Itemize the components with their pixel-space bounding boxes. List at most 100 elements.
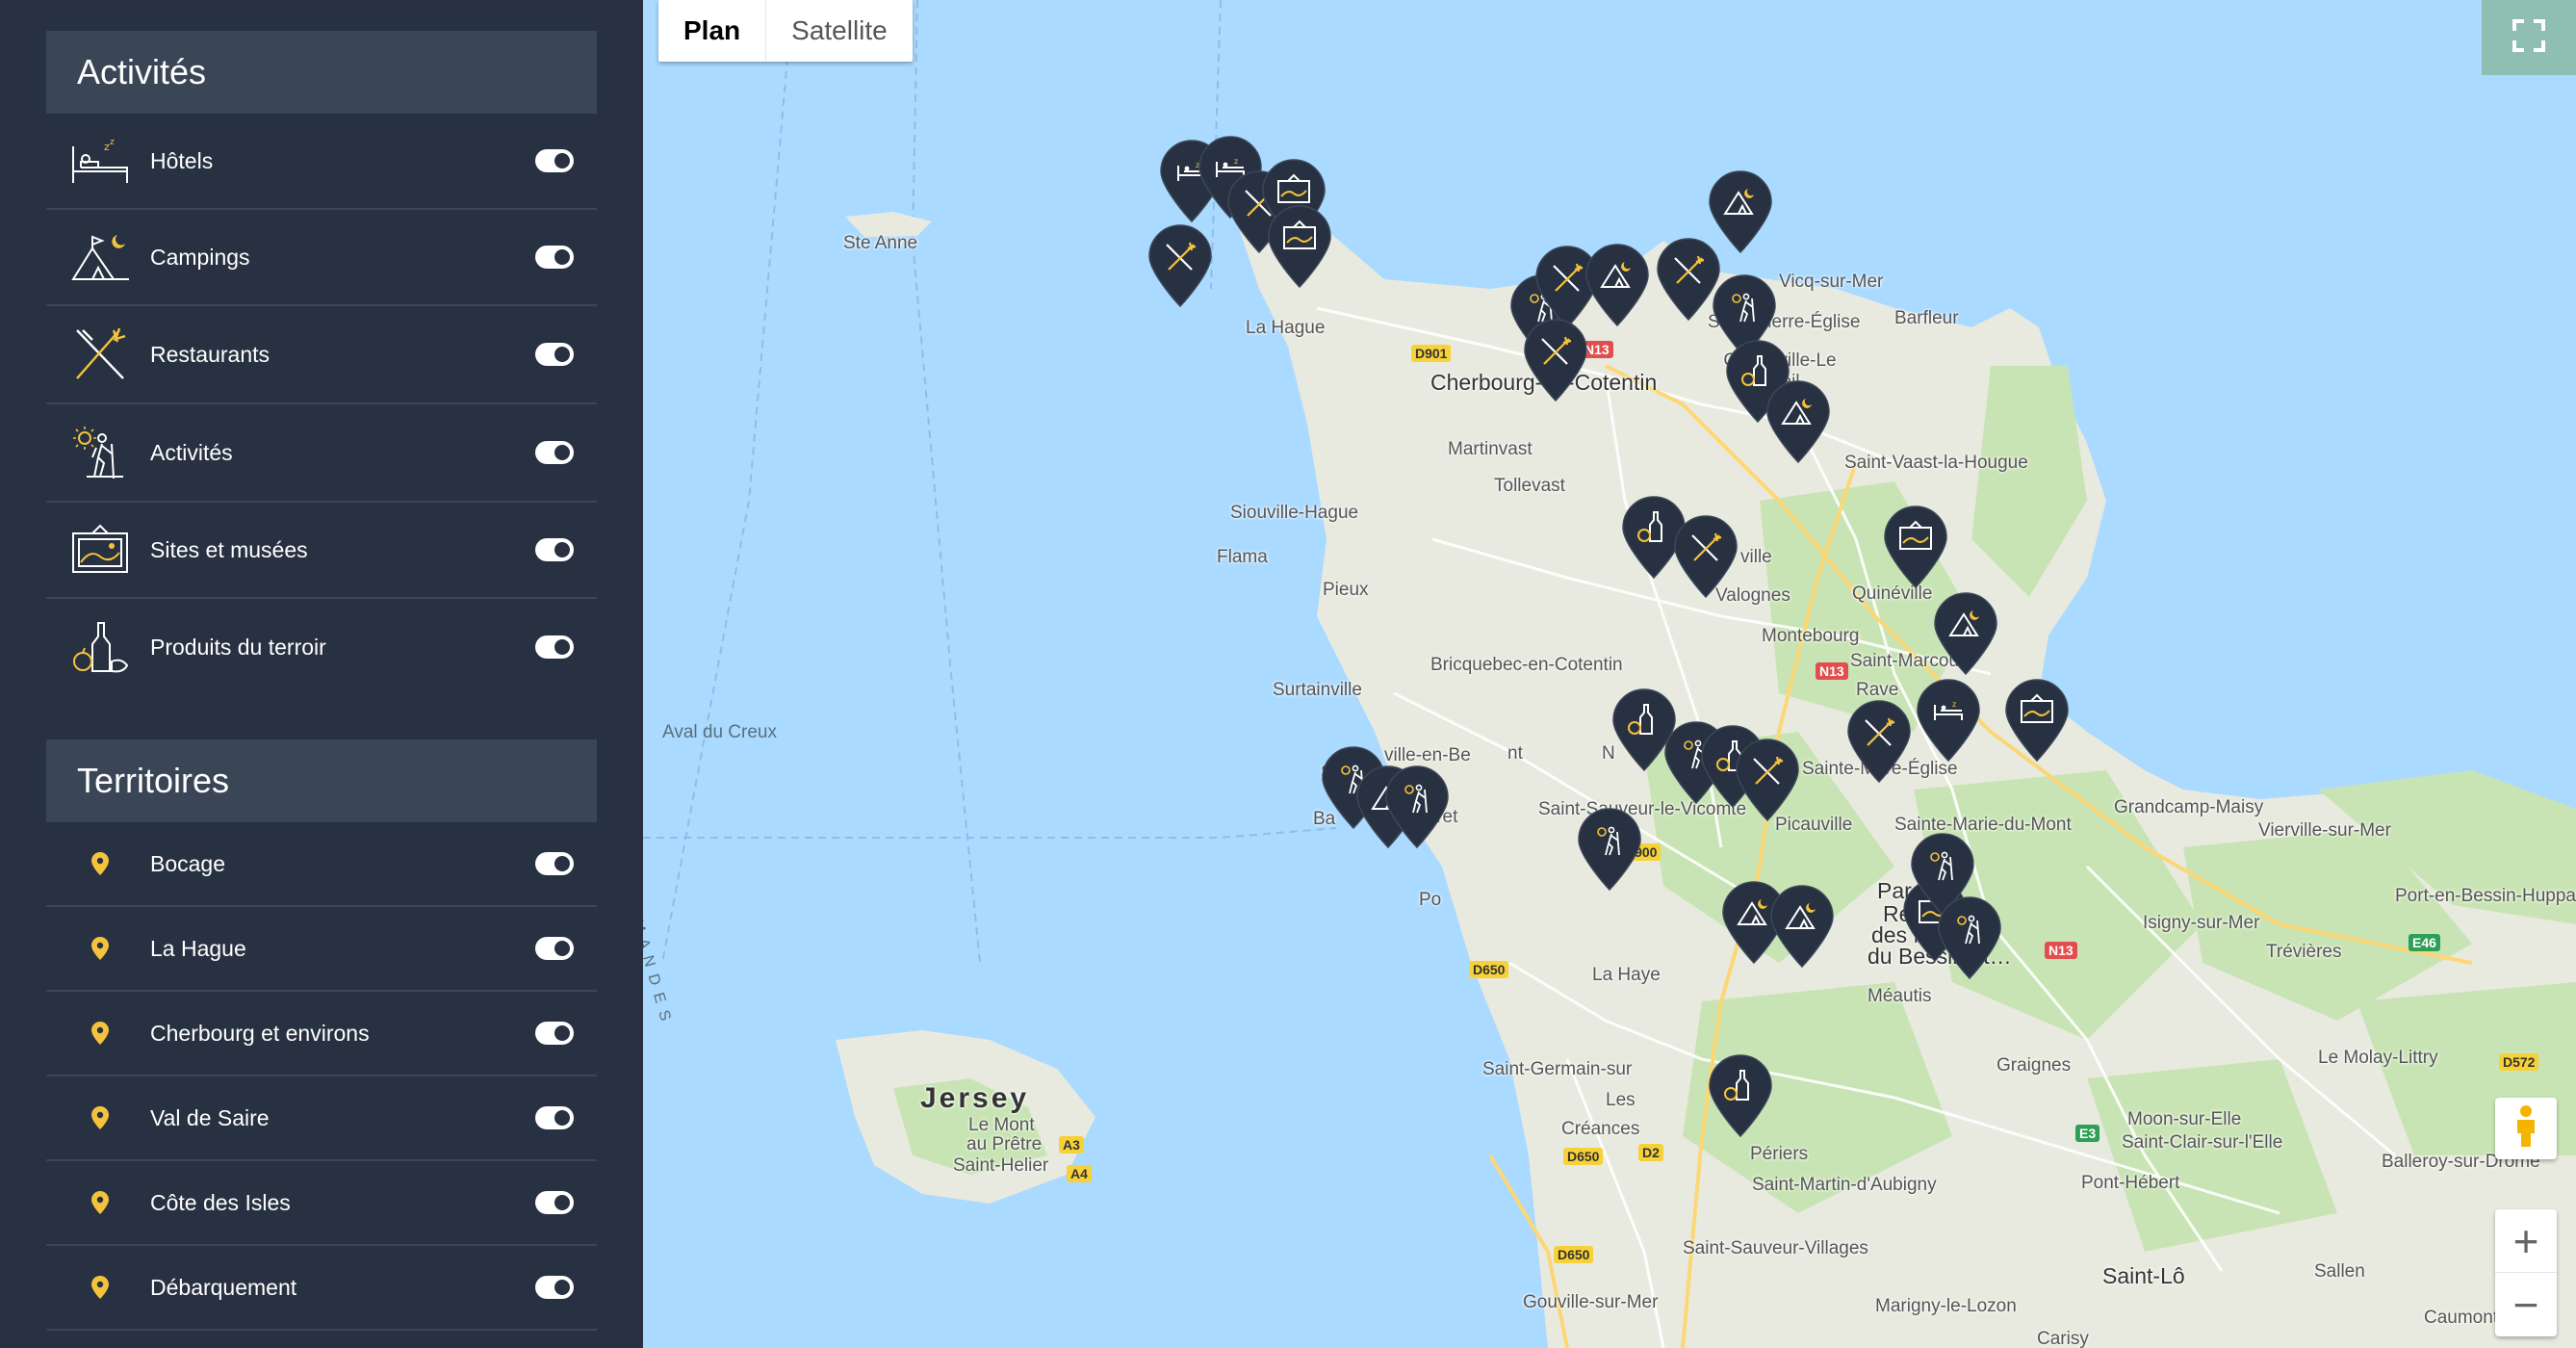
map-marker-tent[interactable] — [1764, 379, 1833, 464]
map-marker-landscape-frame[interactable] — [1881, 505, 1950, 589]
map-type-satellite-button[interactable]: Satellite — [766, 0, 913, 62]
place-label: Saint-Germain-sur — [1482, 1059, 1633, 1079]
road-shield: D2 — [1638, 1144, 1663, 1161]
toggle-switch[interactable] — [535, 1191, 574, 1214]
place-label: Les — [1606, 1090, 1636, 1110]
filter-debarquement[interactable]: Débarquement — [46, 1246, 597, 1331]
map-marker-cutlery[interactable] — [1521, 318, 1590, 402]
svg-text:z: z — [110, 138, 115, 147]
map-marker-cutlery[interactable] — [1146, 223, 1215, 308]
place-label: La Haye — [1592, 965, 1661, 985]
place-label: Saint-Sauveur-Villages — [1683, 1238, 1868, 1258]
cutlery-icon — [1674, 515, 1738, 599]
map-pin-icon — [65, 852, 135, 875]
filter-label: Val de Saire — [150, 1104, 270, 1130]
filter-sites-musees[interactable]: Sites et musées — [46, 503, 597, 599]
road-shield: E3 — [2075, 1125, 2100, 1142]
hiker-icon — [65, 424, 135, 481]
place-label: Aval du Creux — [662, 722, 777, 742]
road-shield: A3 — [1059, 1136, 1084, 1154]
map-type-control: Plan Satellite — [658, 0, 913, 62]
filter-label: Bocage — [150, 850, 226, 876]
map-marker-tent[interactable] — [1706, 169, 1775, 254]
place-label: Montebourg — [1762, 626, 1860, 646]
bottle-apple-icon — [1709, 1054, 1772, 1138]
toggle-switch[interactable] — [535, 635, 574, 659]
place-label: Le Mont — [968, 1115, 1035, 1135]
map-marker-cutlery[interactable] — [1671, 514, 1740, 599]
place-label: Sallen — [2314, 1261, 2365, 1282]
filter-restaurants[interactable]: Restaurants — [46, 306, 597, 404]
map-canvas[interactable]: Plan Satellite Ste Anne La Hague Cherbou… — [643, 0, 2576, 1348]
place-label: Carisy — [2037, 1329, 2089, 1348]
place-label: Vicq-sur-Mer — [1779, 272, 1884, 292]
street-view-pegman[interactable] — [2495, 1098, 2557, 1159]
pegman-icon — [2513, 1104, 2538, 1154]
toggle-switch[interactable] — [535, 937, 574, 960]
place-label: ville — [1740, 547, 1772, 567]
map-marker-landscape-frame[interactable] — [1265, 204, 1334, 289]
bottle-apple-icon — [65, 618, 135, 676]
place-label: Méautis — [1868, 986, 1932, 1006]
place-label: Martinvast — [1448, 439, 1533, 459]
place-label: Surtainville — [1273, 680, 1362, 700]
filter-label: Côte des Isles — [150, 1189, 291, 1215]
toggle-switch[interactable] — [535, 246, 574, 269]
map-marker-cutlery[interactable] — [1733, 738, 1802, 822]
zoom-out-button[interactable]: − — [2495, 1273, 2557, 1336]
map-type-plan-button[interactable]: Plan — [658, 0, 767, 62]
cutlery-icon — [1847, 700, 1911, 784]
road-shield: E46 — [2409, 934, 2440, 951]
road-shield: D650 — [1563, 1148, 1604, 1165]
landscape-frame-icon — [1268, 205, 1331, 289]
filter-produits-terroir[interactable]: Produits du terroir — [46, 599, 597, 695]
toggle-switch[interactable] — [535, 1276, 574, 1299]
map-marker-hiker[interactable] — [1935, 895, 2004, 980]
place-label: Saint-Martin-d'Aubigny — [1752, 1175, 1937, 1195]
map-marker-hiker[interactable] — [1382, 765, 1452, 849]
hiker-icon — [1385, 765, 1449, 849]
toggle-switch[interactable] — [535, 1106, 574, 1129]
filter-la-hague[interactable]: La Hague — [46, 907, 597, 992]
road-shield: D901 — [1411, 345, 1452, 362]
map-marker-landscape-frame[interactable] — [2002, 678, 2072, 763]
filter-cote-des-isles[interactable]: Côte des Isles — [46, 1161, 597, 1246]
map-marker-tent[interactable] — [1583, 243, 1652, 327]
road-shield: A4 — [1067, 1165, 1092, 1182]
filter-activites[interactable]: Activités — [46, 404, 597, 503]
toggle-switch[interactable] — [535, 538, 574, 561]
road-shield: N13 — [1816, 662, 1848, 680]
filter-cherbourg[interactable]: Cherbourg et environs — [46, 992, 597, 1076]
toggle-switch[interactable] — [535, 852, 574, 875]
place-label: Trévières — [2266, 942, 2342, 962]
tent-icon — [1934, 592, 1997, 676]
map-marker-cutlery[interactable] — [1844, 699, 1914, 784]
cutlery-icon — [1148, 224, 1212, 308]
road-shield: D650 — [1554, 1246, 1594, 1263]
filter-val-de-saire[interactable]: Val de Saire — [46, 1076, 597, 1161]
tent-icon — [1766, 380, 1830, 464]
toggle-switch[interactable] — [535, 1022, 574, 1045]
toggle-switch[interactable] — [535, 149, 574, 172]
cutlery-icon — [1524, 319, 1587, 402]
map-marker-tent[interactable] — [1931, 591, 2000, 676]
fullscreen-button[interactable] — [2482, 0, 2576, 75]
filter-bocage[interactable]: Bocage — [46, 822, 597, 907]
svg-text:z: z — [1234, 157, 1238, 166]
place-label: Grandcamp-Maisy — [2114, 797, 2264, 817]
map-marker-hiker[interactable] — [1575, 807, 1644, 892]
toggle-switch[interactable] — [535, 441, 574, 464]
filter-campings[interactable]: Campings — [46, 210, 597, 306]
map-marker-bottle-apple[interactable] — [1706, 1053, 1775, 1138]
place-label: Port-en-Bessin-Huppa — [2395, 886, 2576, 906]
place-label: Pont-Hébert — [2081, 1173, 2180, 1193]
place-label: Tollevast — [1494, 476, 1565, 496]
filter-hotels[interactable]: zz Hôtels — [46, 114, 597, 210]
cutlery-icon — [1736, 739, 1799, 822]
map-marker-tent[interactable] — [1767, 884, 1837, 969]
zoom-in-button[interactable]: + — [2495, 1209, 2557, 1273]
map-marker-bed[interactable]: z — [1914, 678, 1983, 763]
place-label: Rave — [1856, 680, 1899, 700]
toggle-switch[interactable] — [535, 343, 574, 366]
filter-label: Produits du terroir — [150, 634, 326, 660]
